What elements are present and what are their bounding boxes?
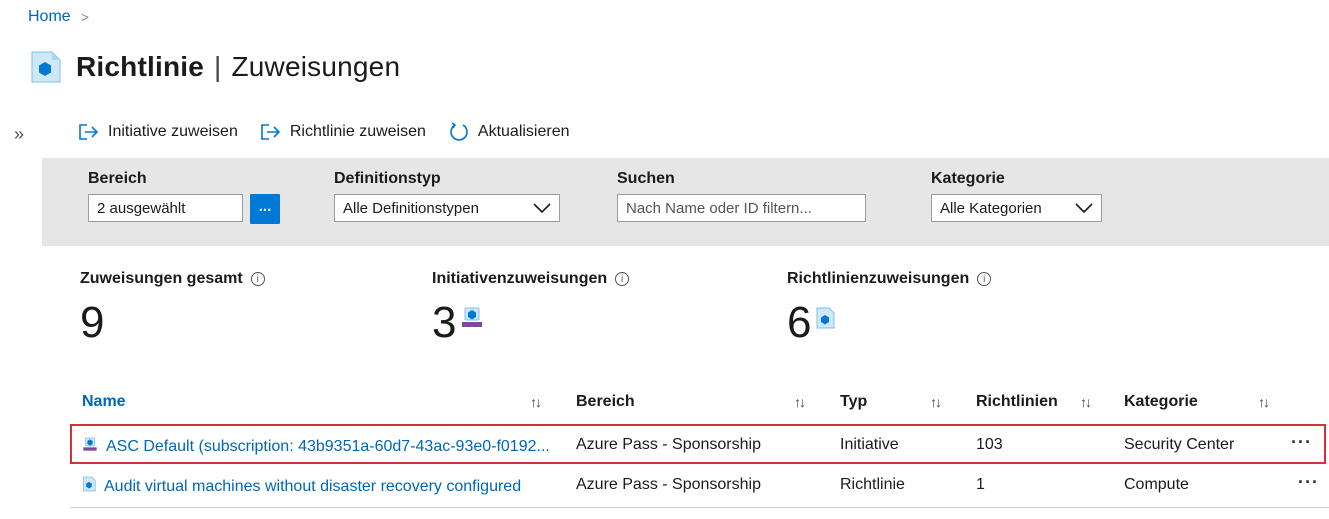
table-header: Name ↑↓ Bereich ↑↓ Typ ↑↓ Richtlinien ↑↓… xyxy=(70,386,1329,420)
policy-icon xyxy=(82,476,96,497)
info-icon[interactable]: i xyxy=(977,272,992,286)
filter-bar: Bereich 2 ausgewählt ... Definitionstyp … xyxy=(42,158,1329,246)
policy-icon xyxy=(28,50,62,92)
info-icon[interactable]: i xyxy=(250,272,265,286)
category-label: Kategorie xyxy=(931,170,1005,187)
row-scope: Azure Pass - Sponsorship xyxy=(576,476,761,493)
sort-icon[interactable]: ↑↓ xyxy=(930,394,942,410)
row-category: Compute xyxy=(1124,476,1189,493)
scope-picker-button[interactable]: ... xyxy=(250,194,280,224)
breadcrumb-home-link[interactable]: Home xyxy=(28,8,71,26)
stat-initiatives-value-row: 3 xyxy=(432,298,629,348)
refresh-label: Aktualisieren xyxy=(477,123,570,140)
definition-type-select[interactable]: Alle Definitionstypen xyxy=(334,194,560,222)
column-header-name[interactable]: Name xyxy=(82,393,126,411)
stat-initiatives-label-row: Initiativenzuweisungen i xyxy=(432,270,630,288)
stat-initiatives-label: Initiativenzuweisungen xyxy=(432,270,608,287)
more-options-icon[interactable]: ··· xyxy=(1291,432,1312,453)
row-name: Audit virtual machines without disaster … xyxy=(104,477,522,495)
sort-icon[interactable]: ↑↓ xyxy=(1258,394,1270,410)
stat-initiatives-value: 3 xyxy=(432,298,457,347)
table-row[interactable]: Audit virtual machines without disaster … xyxy=(70,466,1329,508)
sort-icon[interactable]: ↑↓ xyxy=(1080,394,1092,410)
assign-initiative-button[interactable]: Initiative zuweisen xyxy=(78,123,238,141)
definition-type-label: Definitionstyp xyxy=(334,170,441,187)
row-type: Initiative xyxy=(840,436,899,453)
row-scope: Azure Pass - Sponsorship xyxy=(576,436,761,453)
stat-total: Zuweisungen gesamt i 9 xyxy=(80,270,265,348)
chevron-down-icon xyxy=(533,200,551,217)
assign-policy-button[interactable]: Richtlinie zuweisen xyxy=(260,123,426,141)
toolbar: Initiative zuweisen Richtlinie zuweisen … xyxy=(78,121,570,143)
row-policies: 1 xyxy=(976,476,985,493)
assign-icon xyxy=(78,123,100,141)
initiative-icon xyxy=(460,298,484,348)
policy-icon xyxy=(815,298,835,348)
search-label: Suchen xyxy=(617,170,675,187)
sort-icon[interactable]: ↑↓ xyxy=(530,394,542,410)
stat-policies: Richtlinienzuweisungen i 6 xyxy=(787,270,992,348)
scope-filter: Bereich 2 ausgewählt xyxy=(88,170,243,222)
category-filter: Kategorie Alle Kategorien xyxy=(931,170,1102,222)
column-header-category[interactable]: Kategorie xyxy=(1124,393,1198,411)
definition-type-value: Alle Definitionstypen xyxy=(343,199,479,217)
scope-field[interactable]: 2 ausgewählt xyxy=(88,194,243,222)
page-title-main: Richtlinie xyxy=(76,51,205,82)
assign-initiative-label: Initiative zuweisen xyxy=(108,123,238,140)
search-filter: Suchen Nach Name oder ID filtern... xyxy=(617,170,866,222)
breadcrumb-separator: > xyxy=(80,9,89,25)
page-title: Richtlinie | Zuweisungen xyxy=(76,51,400,83)
stat-total-label: Zuweisungen gesamt xyxy=(80,270,243,287)
category-value: Alle Kategorien xyxy=(940,199,1042,217)
stat-initiatives: Initiativenzuweisungen i 3 xyxy=(432,270,630,348)
search-input[interactable]: Nach Name oder ID filtern... xyxy=(617,194,866,222)
scope-label: Bereich xyxy=(88,170,147,187)
stat-policies-label-row: Richtlinienzuweisungen i xyxy=(787,270,992,288)
expand-sidebar-button[interactable]: » xyxy=(14,124,24,145)
row-policies: 103 xyxy=(976,436,1003,453)
info-icon[interactable]: i xyxy=(615,272,630,286)
sort-icon[interactable]: ↑↓ xyxy=(794,394,806,410)
page-header: Richtlinie | Zuweisungen xyxy=(28,42,400,92)
stat-policies-value: 6 xyxy=(787,298,812,347)
refresh-icon xyxy=(448,121,470,143)
page-title-separator: | xyxy=(214,51,222,82)
stat-total-label-row: Zuweisungen gesamt i xyxy=(80,270,265,288)
stat-policies-label: Richtlinienzuweisungen xyxy=(787,270,970,287)
initiative-icon xyxy=(82,436,98,457)
column-header-type[interactable]: Typ xyxy=(840,393,867,411)
more-options-icon[interactable]: ··· xyxy=(1298,472,1319,493)
refresh-button[interactable]: Aktualisieren xyxy=(448,121,570,143)
row-type: Richtlinie xyxy=(840,476,905,493)
table-row[interactable]: ASC Default (subscription: 43b9351a-60d7… xyxy=(70,424,1326,464)
breadcrumb: Home > xyxy=(28,8,89,26)
column-header-scope[interactable]: Bereich xyxy=(576,393,635,411)
row-category: Security Center xyxy=(1124,436,1235,453)
stat-policies-value-row: 6 xyxy=(787,298,991,348)
row-name-link[interactable]: ASC Default (subscription: 43b9351a-60d7… xyxy=(82,436,550,457)
stat-total-value: 9 xyxy=(80,298,105,347)
row-name-link[interactable]: Audit virtual machines without disaster … xyxy=(82,476,521,497)
row-name: ASC Default (subscription: 43b9351a-60d7… xyxy=(106,437,550,455)
category-select[interactable]: Alle Kategorien xyxy=(931,194,1102,222)
column-header-policies[interactable]: Richtlinien xyxy=(976,393,1058,411)
assign-policy-label: Richtlinie zuweisen xyxy=(289,123,426,140)
stat-total-value-row: 9 xyxy=(80,298,265,348)
assign-icon xyxy=(260,123,282,141)
page-title-sub: Zuweisungen xyxy=(231,51,401,82)
chevron-down-icon xyxy=(1075,200,1093,217)
definition-type-filter: Definitionstyp Alle Definitionstypen xyxy=(334,170,560,222)
